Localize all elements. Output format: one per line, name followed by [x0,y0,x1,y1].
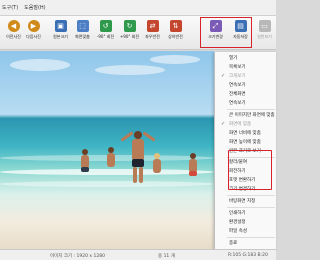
menu-separator [227,237,275,238]
menu-item-exit[interactable]: 종료 [215,239,277,248]
cloud [95,65,165,75]
rotate-right-button[interactable]: ↻ +90° 회전 [117,19,142,48]
normal-view-icon: ▭ [258,20,271,32]
status-file-count: 용 11 개 [158,254,175,259]
swimmer-person [78,149,92,179]
menu-separator [227,207,275,208]
normal-view-label: 일반보기 [257,34,272,39]
menu-item-slideshow[interactable]: 연속보기 [215,99,277,108]
menu-item-fullscreen[interactable]: 전체화면 [215,90,277,99]
flip-horizontal-button[interactable]: ⇄ 좌우반전 [140,19,165,48]
swimmer-person [104,147,118,177]
menu-item-file-properties[interactable]: 파일 속성 [215,227,277,236]
next-button[interactable]: ▶ 다음사진 [21,19,46,48]
menu-item-label: 큰 이미지만 화면에 맞춤 [229,113,275,118]
menu-item-label: 화면에 맞춤 [229,122,252,127]
menu-separator [227,109,275,110]
menu-item-label: 열기 [229,56,238,61]
beach-photo [0,51,214,249]
rotate-left-label: -90° 회전 [96,34,115,39]
menu-help[interactable]: 도움말(H) [24,4,45,11]
menu-item-fit-screen[interactable]: ✓ 화면에 맞춤 [215,120,277,129]
menu-item-open[interactable]: 열기 [215,54,277,63]
menu-bar: 도구(T) 도움말(H) [0,0,276,16]
status-color: R:105 G:183 B:20 [228,253,268,258]
menu-item-label: 파일 속성 [229,229,247,234]
rotate-left-icon: ↺ [99,20,112,32]
menu-item-label: 화면 너비에 맞춤 [229,131,261,136]
swimmer-person [150,153,164,181]
menu-item-large-view[interactable]: ✓ 크게보기 [215,72,277,81]
toolbar: ◀ 이전사진 ▶ 다음사진 ▣ 원본크기 ⬚ 화면맞춤 ↺ -90° 회전 ↻ … [0,16,276,50]
menu-item-label: 연속보기 [229,101,246,106]
original-size-icon: ▣ [54,20,67,32]
menu-item-settings[interactable]: 환경설정 [215,218,277,227]
toolbar-highlight-box [200,17,252,48]
original-size-label: 원본크기 [53,34,68,39]
status-bar: 이미지 크기 : 1920 x 1280 용 11 개 R:105 G:183 … [0,249,276,260]
status-image-size: 이미지 크기 : 1920 x 1280 [50,254,105,259]
menu-item-label: 목록보기 [229,65,246,70]
menu-item-list-view[interactable]: 목록보기 [215,63,277,72]
menu-item-label: 종료 [229,241,238,246]
next-icon: ▶ [27,20,40,32]
menu-item-print[interactable]: 인쇄하기 [215,209,277,218]
menu-item-label: 크게보기 [229,74,246,79]
fit-screen-button[interactable]: ⬚ 화면맞춤 [70,19,95,48]
next-label: 다음사진 [26,34,41,39]
rotate-right-label: +90° 회전 [119,34,140,39]
menu-item-label: 연속보기 [229,83,246,88]
rotate-right-icon: ↻ [123,20,136,32]
menu-item-label: 바탕화면 지정 [229,199,256,204]
menu-item-label: 환경설정 [229,220,246,225]
cloud [10,59,70,71]
menu-highlight-box [228,150,272,190]
fit-screen-icon: ⬚ [76,20,89,32]
menu-item-label: 인쇄하기 [229,211,246,216]
fit-screen-label: 화면맞춤 [75,34,90,39]
flip-vertical-icon: ⇅ [169,20,182,32]
menu-tools[interactable]: 도구(T) [2,4,18,11]
menu-item-continuous-view[interactable]: 연속보기 [215,81,277,90]
rotate-left-button[interactable]: ↺ -90° 회전 [93,19,118,48]
menu-separator [227,195,275,196]
menu-item-fit-width[interactable]: 화면 너비에 맞춤 [215,129,277,138]
flip-horizontal-label: 좌우반전 [145,34,160,39]
menu-item-fit-height[interactable]: 화면 높이에 맞춤 [215,138,277,147]
menu-item-label: 전체화면 [229,92,246,97]
check-icon: ✓ [221,121,226,127]
previous-label: 이전사진 [6,34,21,39]
wave [0,181,214,187]
previous-icon: ◀ [7,20,20,32]
check-icon: ✓ [221,73,226,79]
normal-view-button[interactable]: ▭ 일반보기 [252,19,277,48]
flip-vertical-button[interactable]: ⇅ 상하반전 [163,19,188,48]
flip-vertical-label: 상하반전 [168,34,183,39]
menu-item-label: 화면 높이에 맞춤 [229,140,261,145]
flip-horizontal-icon: ⇄ [146,20,159,32]
menu-item-set-wallpaper[interactable]: 바탕화면 지정 [215,197,277,206]
cloud [150,55,200,64]
menu-item-fit-large-only[interactable]: 큰 이미지만 화면에 맞춤 [215,111,277,120]
swimmer-person [186,153,200,181]
